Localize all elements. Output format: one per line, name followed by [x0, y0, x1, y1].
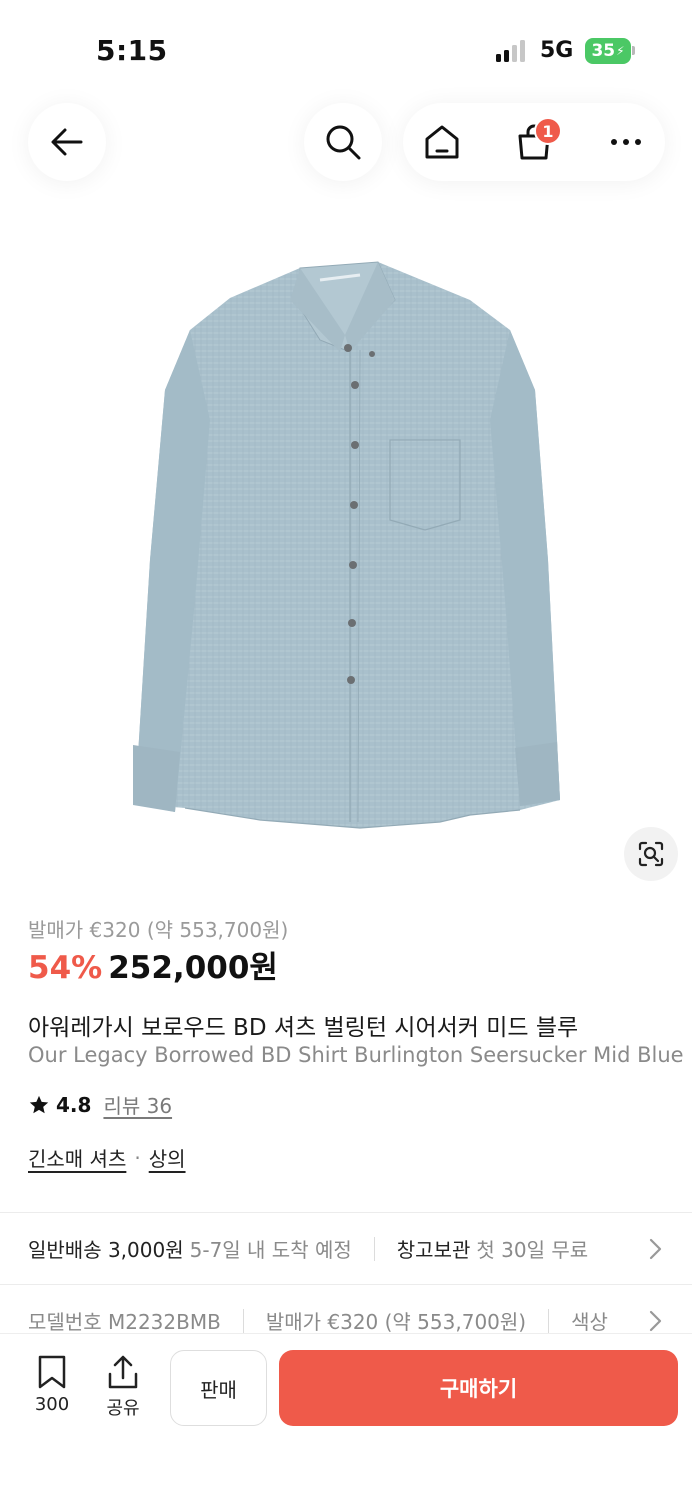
- buy-button[interactable]: 구매하기: [279, 1350, 678, 1426]
- share-button[interactable]: 공유: [93, 1354, 153, 1420]
- divider: [373, 1236, 375, 1261]
- bookmark-icon: [38, 1355, 66, 1389]
- share-label: 공유: [106, 1398, 140, 1419]
- battery-tip: [632, 46, 635, 55]
- wishlist-button[interactable]: 300: [22, 1354, 82, 1415]
- nav-action-group: [403, 103, 665, 181]
- divider: [242, 1308, 244, 1333]
- product-title-korean: 아워레가시 보로우드 BD 셔츠 벌링턴 시어서커 미드 블루: [28, 1015, 579, 1041]
- star-icon: [29, 1095, 49, 1113]
- discount-rate: 54%: [28, 950, 103, 986]
- cart-button[interactable]: [499, 103, 569, 181]
- category-link-tops[interactable]: 상의: [149, 1143, 186, 1172]
- bottom-action-bar: 300 공유 판매 구매하기: [0, 1333, 692, 1500]
- share-icon: [108, 1355, 138, 1389]
- wishlist-count: 300: [34, 1394, 70, 1415]
- battery-icon: 35 ⚡: [585, 38, 631, 64]
- review-link[interactable]: 리뷰 36: [103, 1090, 172, 1119]
- more-button[interactable]: [591, 103, 661, 181]
- search-icon: [326, 125, 361, 160]
- category-link-shirts[interactable]: 긴소매 셔츠: [28, 1143, 126, 1172]
- spec-row[interactable]: 모델번호 M2232BMB 발매가 €320 (약 553,700원) 색상: [28, 1306, 668, 1335]
- signal-icon: [496, 40, 525, 62]
- original-price: 발매가 €320 (약 553,700원): [28, 918, 289, 942]
- standard-shipping-label: 일반배송 3,000원: [28, 1238, 184, 1262]
- chevron-right-icon[interactable]: [648, 1310, 664, 1332]
- sale-price: 252,000원: [108, 950, 278, 986]
- divider: [0, 1284, 692, 1285]
- product-title-english: Our Legacy Borrowed BD Shirt Burlington …: [28, 1043, 684, 1067]
- shipping-row[interactable]: 일반배송 3,000원 5-7일 내 도착 예정 창고보관 첫 30일 무료: [28, 1234, 668, 1263]
- home-button[interactable]: [407, 103, 477, 181]
- battery-level: 35: [591, 41, 616, 61]
- color-label: 색상: [571, 1310, 608, 1334]
- divider: [548, 1308, 550, 1333]
- release-price: 발매가 €320 (약 553,700원): [265, 1310, 527, 1334]
- sell-button[interactable]: 판매: [170, 1350, 267, 1426]
- model-number: 모델번호 M2232BMB: [28, 1310, 221, 1334]
- lens-icon: [638, 841, 664, 867]
- cart-count-badge: 1: [534, 117, 562, 145]
- standard-shipping-eta: 5-7일 내 도착 예정: [189, 1238, 352, 1262]
- more-icon: [611, 139, 641, 145]
- divider: [0, 1212, 692, 1213]
- storage-note: 첫 30일 무료: [476, 1238, 589, 1262]
- rating-row: 4.8 리뷰 36: [28, 1090, 172, 1119]
- home-icon: [425, 125, 459, 159]
- network-label: 5G: [540, 38, 574, 63]
- product-image: [133, 261, 560, 829]
- status-bar: 5:15 5G 35 ⚡: [0, 0, 692, 100]
- image-search-button[interactable]: [624, 827, 678, 881]
- back-arrow-icon: [51, 128, 83, 156]
- status-time: 5:15: [96, 34, 168, 67]
- back-button[interactable]: [28, 103, 106, 181]
- category-breadcrumb: 긴소매 셔츠 · 상의: [28, 1143, 186, 1172]
- rating-score: 4.8: [56, 1092, 92, 1117]
- category-separator: ·: [134, 1145, 141, 1170]
- chevron-right-icon[interactable]: [648, 1238, 664, 1260]
- price-row: 54% 252,000원: [28, 942, 278, 987]
- storage-label: 창고보관: [396, 1238, 471, 1262]
- search-button[interactable]: [304, 103, 382, 181]
